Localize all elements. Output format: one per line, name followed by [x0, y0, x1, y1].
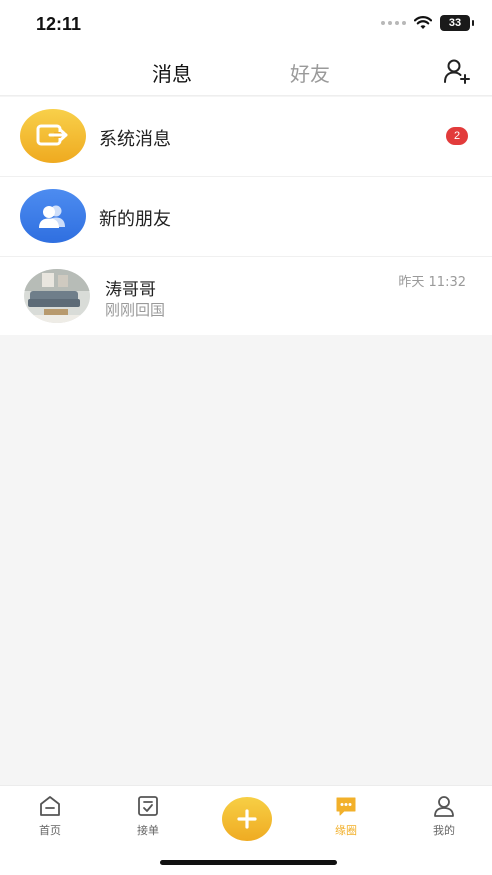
- add-friend-button[interactable]: [442, 56, 472, 86]
- tab-messages[interactable]: 消息: [152, 58, 192, 87]
- battery-icon: 33: [440, 15, 474, 31]
- status-time: 12:11: [36, 14, 82, 34]
- add-user-icon: [444, 59, 470, 84]
- tab-home[interactable]: 首页: [20, 794, 80, 838]
- chat-time: 昨天 11:32: [398, 275, 466, 290]
- message-list: 系统消息 2 新的朋友 涛哥哥 刚刚回国 昨天 11:32: [0, 97, 492, 335]
- chat-bubble-icon: [336, 797, 356, 816]
- system-messages-item[interactable]: 系统消息 2: [0, 97, 492, 177]
- chat-name: 涛哥哥: [105, 280, 156, 300]
- tab-home-label: 首页: [39, 824, 61, 837]
- user-icon: [434, 796, 454, 817]
- add-button[interactable]: [222, 797, 272, 841]
- orders-icon: [138, 796, 158, 816]
- tab-orders[interactable]: 接单: [118, 794, 178, 838]
- status-icons: 33: [381, 15, 474, 31]
- tab-orders-label: 接单: [137, 824, 159, 837]
- status-bar: 12:11 33: [0, 0, 492, 50]
- tab-mine-label: 我的: [433, 824, 455, 837]
- chat-preview: 刚刚回国: [105, 301, 166, 319]
- wifi-icon: [414, 16, 432, 29]
- friends-icon: [20, 189, 86, 243]
- home-indicator: [160, 860, 337, 865]
- system-messages-title: 系统消息: [99, 129, 171, 150]
- nav-header: 消息 好友: [0, 50, 492, 96]
- tab-mine[interactable]: 我的: [414, 794, 474, 838]
- tab-friends[interactable]: 好友: [290, 58, 330, 87]
- new-friends-item[interactable]: 新的朋友: [0, 177, 492, 257]
- tab-circle-label: 缘圈: [335, 824, 357, 837]
- home-icon: [40, 796, 60, 816]
- chat-item[interactable]: 涛哥哥 刚刚回国 昨天 11:32: [0, 257, 492, 335]
- signal-icon: [381, 21, 406, 25]
- app-screen: 12:11 33 消息 好友 系统消息 2 新的朋友 涛哥哥 刚刚回国 昨天 1…: [0, 0, 492, 875]
- new-friends-title: 新的朋友: [99, 209, 171, 230]
- avatar: [24, 269, 90, 323]
- tab-circle[interactable]: 缘圈: [316, 794, 376, 838]
- bottom-tab-bar: 首页 接单 缘圈 我的: [0, 785, 492, 875]
- plus-icon: [237, 809, 257, 829]
- system-message-icon: [20, 109, 86, 163]
- unread-badge: 2: [446, 127, 468, 145]
